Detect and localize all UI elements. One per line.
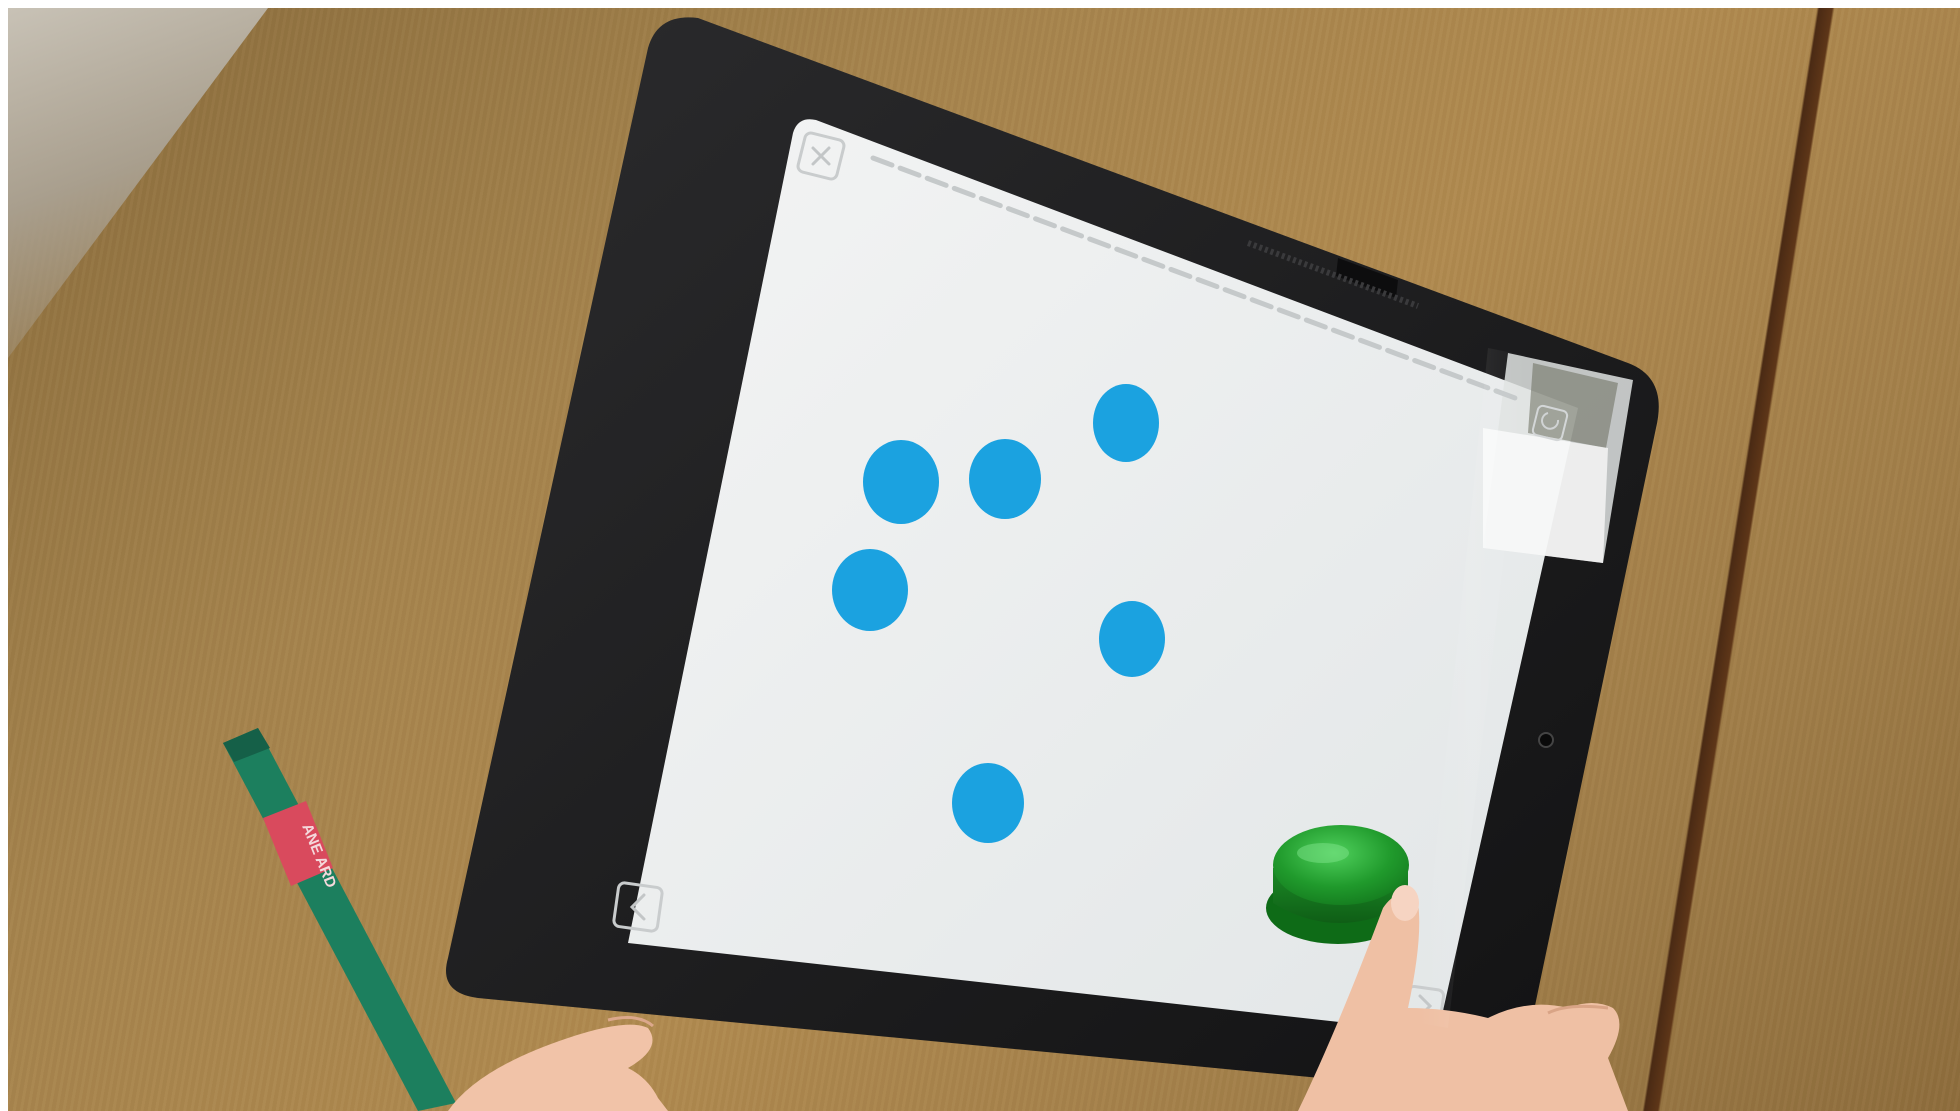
dot[interactable] [1099,601,1165,677]
dot[interactable] [969,439,1041,519]
dot[interactable] [863,440,939,524]
photo-background: ANE ARD [8,8,1960,1111]
marker-pen: ANE ARD [223,728,456,1111]
scene-illustration: ANE ARD [223,17,1659,1111]
dot[interactable] [1093,384,1159,462]
left-hand [448,1024,668,1111]
dot[interactable] [952,763,1024,843]
dot[interactable] [832,549,908,631]
tablet-home-button [1538,732,1554,748]
